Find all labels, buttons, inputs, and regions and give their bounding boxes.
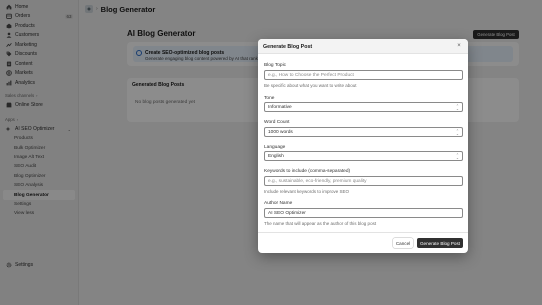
word-count-select[interactable]: 1000 words ⌃ ⌄ xyxy=(264,127,463,137)
language-select[interactable]: English ⌃ ⌄ xyxy=(264,151,463,161)
author-name-help: The name that will appear as the author … xyxy=(264,221,377,226)
keywords-help: Include relevant keywords to improve SEO xyxy=(264,189,350,194)
author-name-input[interactable]: AI SEO Optimizer xyxy=(264,208,463,218)
cancel-button[interactable]: Cancel xyxy=(393,238,413,248)
select-arrows-icon: ⌃ ⌄ xyxy=(455,103,459,111)
keywords-label: Keywords to include (comma-separated) xyxy=(264,169,351,174)
blog-topic-help: Be specific about what you want to write… xyxy=(264,83,357,88)
select-arrows-icon: ⌃ ⌄ xyxy=(455,128,459,136)
modal-title: Generate Blog Post xyxy=(263,44,313,50)
word-count-label: Word Count xyxy=(264,120,290,125)
blog-topic-input[interactable]: e.g., How to Choose the Perfect Product xyxy=(264,70,463,80)
blog-topic-label: Blog Topic xyxy=(264,63,287,68)
generate-blog-post-modal: Generate Blog Post × Blog Topic e.g., Ho… xyxy=(258,39,468,253)
language-label: Language xyxy=(264,145,286,150)
keywords-input[interactable]: e.g., sustainable, eco-friendly, premium… xyxy=(264,176,463,186)
author-name-label: Author Name xyxy=(264,201,293,206)
modal-header: Generate Blog Post × xyxy=(258,39,468,54)
tone-select[interactable]: Informative ⌃ ⌄ xyxy=(264,102,463,112)
language-value: English xyxy=(268,153,284,159)
modal-footer: Cancel Generate Blog Post xyxy=(258,232,468,253)
close-icon[interactable]: × xyxy=(456,43,462,49)
modal-generate-button[interactable]: Generate Blog Post xyxy=(417,238,463,248)
tone-value: Informative xyxy=(268,104,292,110)
word-count-value: 1000 words xyxy=(268,129,293,135)
select-arrows-icon: ⌃ ⌄ xyxy=(455,152,459,160)
tone-label: Tone xyxy=(264,96,275,101)
